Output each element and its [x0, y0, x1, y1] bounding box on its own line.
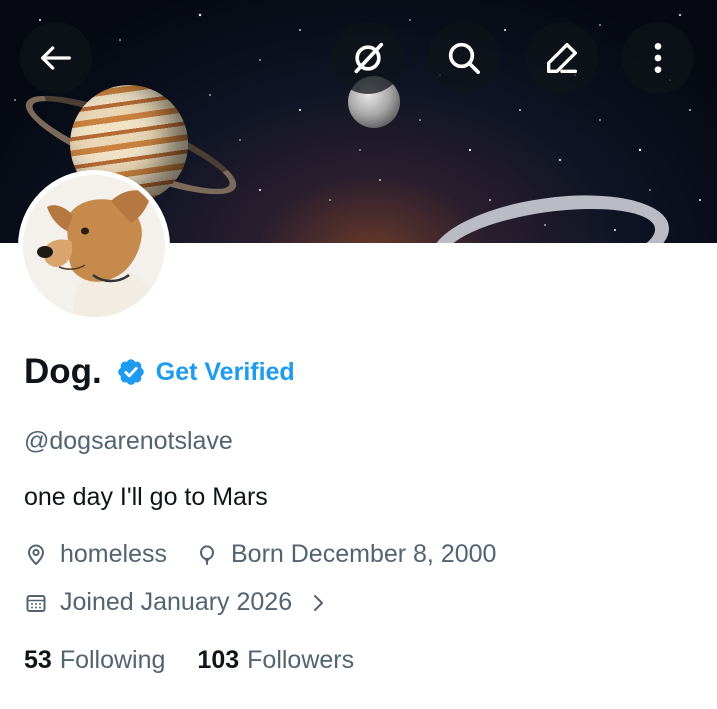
arrow-left-icon: [41, 46, 72, 70]
display-name: Dog.: [24, 352, 102, 391]
followers-label: Followers: [247, 646, 355, 674]
profile-bio: one day I'll go to Mars: [24, 483, 268, 511]
search-button[interactable]: [428, 22, 500, 94]
location-text: homeless: [60, 540, 167, 568]
more-options-button[interactable]: [622, 22, 694, 94]
joined-text: Joined January 2026: [60, 588, 293, 616]
grok-button[interactable]: [332, 22, 404, 94]
profile-handle: @dogsarenotslave: [24, 427, 233, 455]
dog-avatar-image: [23, 175, 165, 317]
edit-button[interactable]: [526, 22, 598, 94]
verified-badge-icon[interactable]: [116, 357, 146, 387]
followers-link[interactable]: 103 Followers: [197, 646, 354, 675]
calendar-icon: [26, 594, 46, 612]
profile-meta-row: homeless Born December 8, 2000: [24, 540, 496, 569]
birthday-text: Born December 8, 2000: [231, 540, 497, 568]
grok-icon: [354, 42, 384, 74]
birthday-item: Born December 8, 2000: [195, 540, 496, 569]
get-verified-link[interactable]: Get Verified: [156, 358, 295, 387]
location-item: homeless: [24, 540, 167, 569]
profile-joined-row[interactable]: Joined January 2026: [24, 588, 330, 617]
following-label: Following: [59, 646, 166, 674]
name-row: Dog. Get Verified: [24, 352, 295, 392]
joined-item[interactable]: Joined January 2026: [24, 588, 292, 617]
pencil-icon: [547, 43, 577, 74]
location-pin-icon: [28, 544, 44, 565]
balloon-icon: [200, 544, 214, 565]
following-count: 53: [24, 646, 52, 674]
more-vertical-icon: [654, 43, 662, 73]
follow-stats: 53 Following 103 Followers: [24, 646, 354, 675]
avatar[interactable]: [18, 170, 170, 322]
back-button[interactable]: [20, 22, 92, 94]
search-icon: [448, 42, 480, 74]
chevron-right-icon[interactable]: [306, 591, 330, 615]
followers-count: 103: [197, 646, 240, 674]
following-link[interactable]: 53 Following: [24, 646, 165, 675]
